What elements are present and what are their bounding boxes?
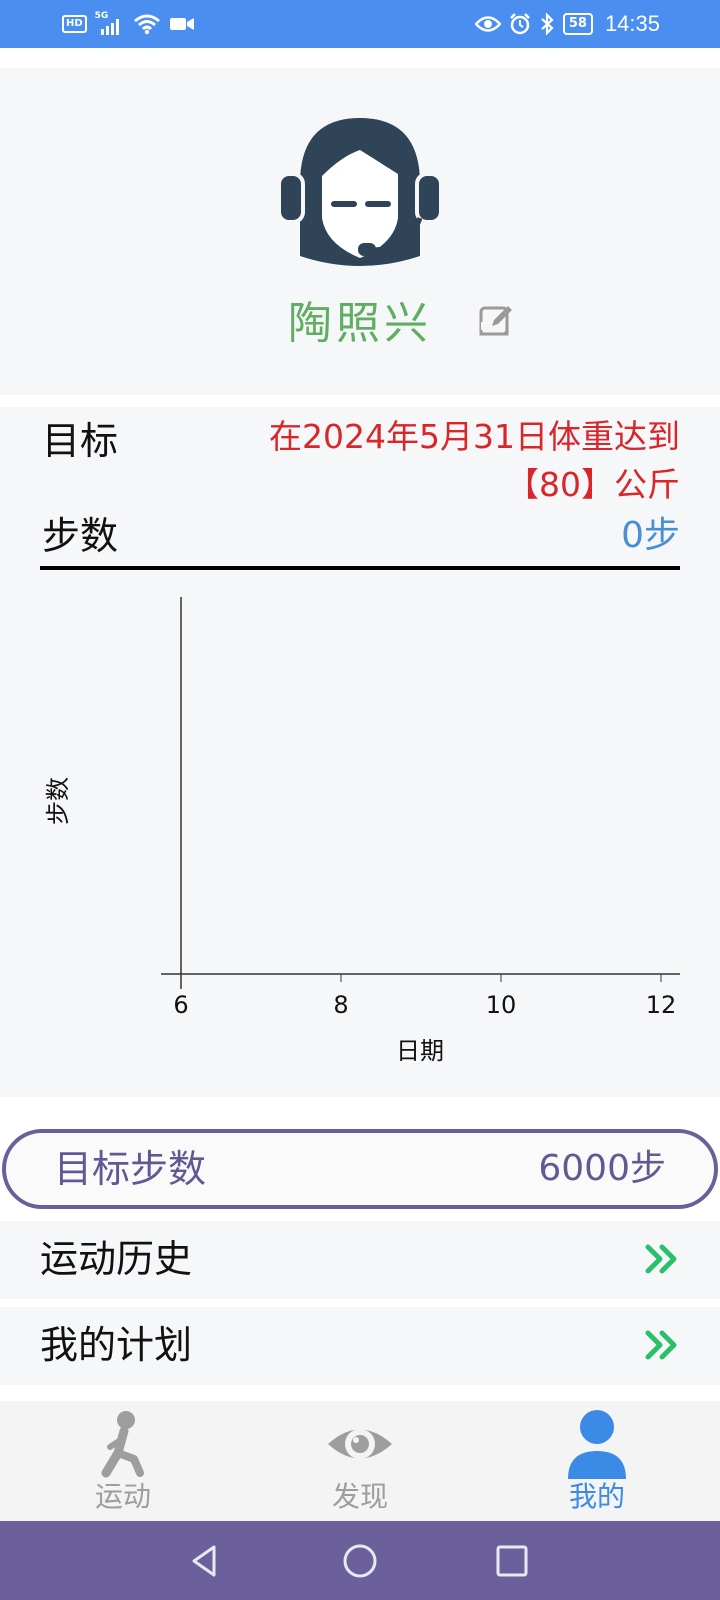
target-steps-value: 6000步 xyxy=(538,1148,666,1189)
nav-label-mine: 我的 xyxy=(568,1480,625,1513)
wifi-icon xyxy=(133,14,160,35)
recent-apps-icon[interactable] xyxy=(492,1541,532,1581)
system-nav-bar xyxy=(0,1521,720,1600)
video-icon xyxy=(169,18,194,30)
signal-5g-icon: 5G xyxy=(95,11,125,35)
x-axis-label: 日期 xyxy=(396,1037,444,1065)
steps-value: 0步 xyxy=(621,515,680,556)
person-icon xyxy=(568,1410,626,1479)
goal-text-line2: 【80】公斤 xyxy=(506,465,680,504)
home-icon[interactable] xyxy=(340,1541,380,1581)
x-tick-label: 12 xyxy=(646,991,677,1019)
nav-label-discover: 发现 xyxy=(331,1480,388,1513)
x-tick-label: 8 xyxy=(333,991,348,1019)
y-axis-label: 步数 xyxy=(44,777,72,825)
running-person-icon xyxy=(101,1411,144,1478)
status-time: 14:35 xyxy=(604,11,660,36)
status-left: HD 5G xyxy=(62,10,195,38)
x-tick-labels: 6 8 10 12 xyxy=(173,974,676,1019)
goal-text-line1: 在2024年5月31日体重达到 xyxy=(269,417,680,456)
hd-icon: HD xyxy=(62,15,87,33)
profile-section: 陶照兴 xyxy=(0,68,720,395)
double-chevron-right-icon xyxy=(645,1244,677,1274)
headset-avatar-icon[interactable] xyxy=(278,106,442,270)
bottom-nav: 运动 发现 我的 xyxy=(0,1401,720,1521)
edit-icon[interactable] xyxy=(478,302,514,338)
app-screen: HD 5G 58 14:35 陶照兴 目标 在2024年5月31日体重达到 【8… xyxy=(0,0,720,1600)
x-tick-label: 10 xyxy=(486,991,517,1019)
user-name: 陶照兴 xyxy=(288,298,432,349)
steps-label: 步数 xyxy=(42,514,119,558)
goal-section: 目标 在2024年5月31日体重达到 【80】公斤 步数 0步 6 8 10 12 日… xyxy=(0,407,720,1097)
exercise-history-label: 运动历史 xyxy=(40,1237,193,1281)
alarm-icon xyxy=(509,13,530,35)
goal-label: 目标 xyxy=(42,419,119,463)
battery-icon: 58 xyxy=(562,13,593,35)
eye-icon xyxy=(328,1429,392,1459)
target-steps-button[interactable]: 目标步数 6000步 xyxy=(2,1129,718,1209)
bluetooth-icon xyxy=(541,13,554,35)
my-plan-label: 我的计划 xyxy=(40,1323,193,1367)
status-bar: HD 5G 58 14:35 xyxy=(0,0,720,48)
back-icon[interactable] xyxy=(186,1541,226,1581)
x-tick-label: 6 xyxy=(173,991,188,1019)
nav-tab-discover[interactable]: 发现 xyxy=(240,1401,480,1521)
status-right: 58 14:35 xyxy=(474,10,660,38)
nav-label-exercise: 运动 xyxy=(94,1480,151,1513)
eye-icon xyxy=(474,16,501,32)
my-plan-row[interactable]: 我的计划 xyxy=(0,1307,720,1385)
exercise-history-row[interactable]: 运动历史 xyxy=(0,1221,720,1299)
steps-chart: 6 8 10 12 日期 步数 xyxy=(44,597,680,1065)
target-steps-label: 目标步数 xyxy=(54,1147,207,1191)
nav-tab-exercise[interactable]: 运动 xyxy=(3,1401,243,1521)
double-chevron-right-icon xyxy=(645,1330,677,1360)
nav-tab-mine[interactable]: 我的 xyxy=(477,1401,717,1521)
steps-divider xyxy=(40,566,680,570)
